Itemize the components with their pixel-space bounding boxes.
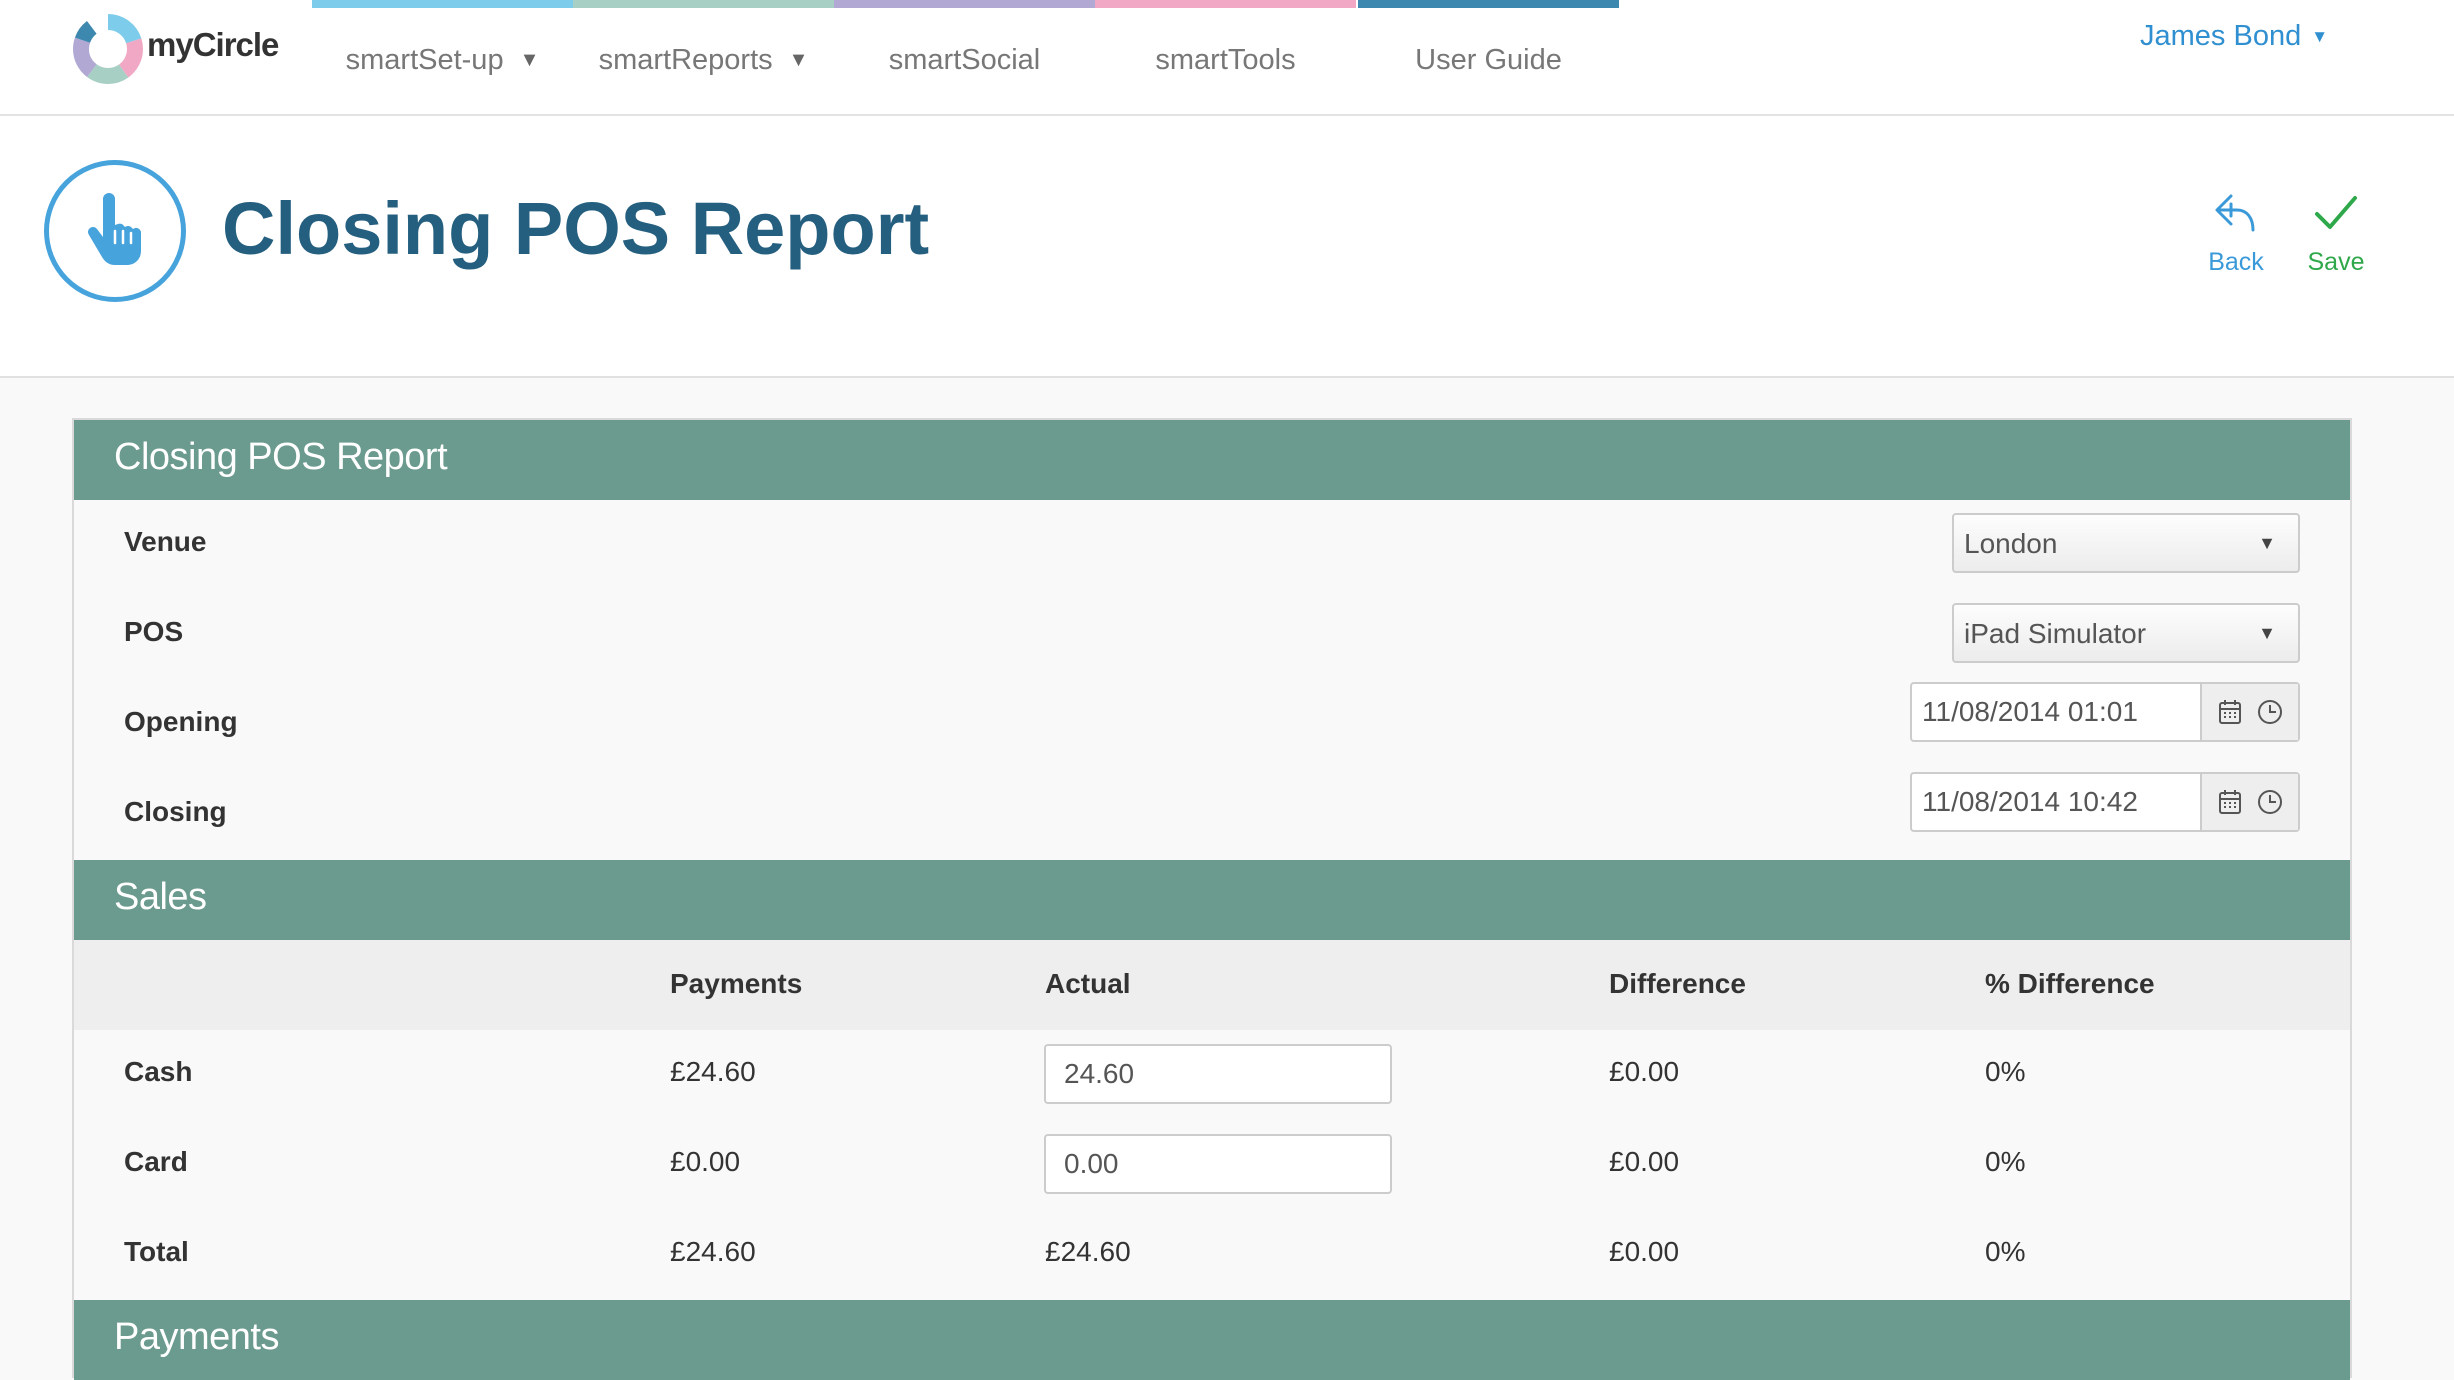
venue-select[interactable]: London ▼ <box>1952 513 2300 573</box>
checkmark-icon <box>2315 196 2357 229</box>
opening-label: Opening <box>124 706 238 737</box>
save-label: Save <box>2307 248 2365 276</box>
nav-smartsocial[interactable]: smartSocial <box>834 0 1095 114</box>
section-header-closing-pos: Closing POS Report <box>74 420 2350 500</box>
row-label: Card <box>124 1146 188 1177</box>
actual-total-value: £24.60 <box>1045 1236 1131 1267</box>
caret-down-icon: ▼ <box>2258 533 2276 553</box>
back-label: Back <box>2208 248 2264 276</box>
difference-value: £0.00 <box>1609 1146 1680 1177</box>
nav-smarttools[interactable]: smartTools <box>1095 0 1356 114</box>
difference-value: £0.00 <box>1609 1056 1680 1087</box>
nav-color-bar <box>312 0 573 8</box>
top-navbar: myCircle smartSet-up ▼ smartReports ▼ smar… <box>0 0 2454 116</box>
calendar-icon[interactable] <box>2218 789 2242 815</box>
caret-down-icon: ▼ <box>2311 27 2329 46</box>
nav-label: smartSocial <box>888 44 1041 76</box>
nav-label: smartTools <box>1155 44 1296 76</box>
nav-smartreports[interactable]: smartReports ▼ <box>573 0 834 114</box>
pointer-hand-icon <box>44 160 186 302</box>
nav-label: smartReports <box>598 44 773 76</box>
nav-label: User Guide <box>1415 44 1562 76</box>
brand-name[interactable]: myCircle <box>147 26 279 64</box>
report-panel: Closing POS Report Venue London ▼ POS iP… <box>72 418 2352 1380</box>
column-header-payments: Payments <box>670 968 803 999</box>
clock-icon[interactable] <box>2257 789 2283 815</box>
venue-value: London <box>1964 528 2058 559</box>
card-actual-input[interactable] <box>1044 1134 1392 1194</box>
pct-difference-value: 0% <box>1985 1236 2026 1267</box>
page-header: Closing POS Report Back Save <box>0 116 2454 378</box>
payments-value: £24.60 <box>670 1236 756 1267</box>
nav-color-bar <box>834 0 1095 8</box>
row-label: Total <box>124 1236 189 1267</box>
datetime-addon <box>2200 774 2298 830</box>
mycircle-logo[interactable] <box>72 13 144 85</box>
reply-arrow-icon <box>2215 194 2255 232</box>
pos-select[interactable]: iPad Simulator ▼ <box>1952 603 2300 663</box>
column-header-difference: Difference <box>1609 968 1746 999</box>
opening-datetime-picker <box>1910 682 2300 742</box>
cash-actual-input[interactable] <box>1044 1044 1392 1104</box>
pct-difference-value: 0% <box>1985 1056 2026 1087</box>
section-header-sales: Sales <box>74 860 2350 940</box>
user-menu[interactable]: James Bond ▼ <box>2140 20 2328 53</box>
page-title: Closing POS Report <box>222 187 930 270</box>
caret-down-icon: ▼ <box>2258 623 2276 643</box>
closing-datetime-input[interactable] <box>1912 774 2200 830</box>
difference-value: £0.00 <box>1609 1236 1680 1267</box>
datetime-addon <box>2200 684 2298 740</box>
pct-difference-value: 0% <box>1985 1146 2026 1177</box>
nav-user-guide[interactable]: User Guide <box>1358 0 1619 114</box>
nav-smartsetup[interactable]: smartSet-up ▼ <box>312 0 573 114</box>
column-header-actual: Actual <box>1045 968 1131 999</box>
pos-value: iPad Simulator <box>1964 618 2147 649</box>
nav-color-bar <box>573 0 834 8</box>
column-header-pct-difference: % Difference <box>1985 968 2155 999</box>
row-label: Cash <box>124 1056 193 1087</box>
section-header-payments: Payments <box>74 1300 2350 1380</box>
opening-datetime-input[interactable] <box>1912 684 2200 740</box>
venue-label: Venue <box>124 526 207 557</box>
nav-color-bar <box>1358 0 1619 8</box>
save-button[interactable]: Save <box>2296 190 2376 277</box>
nav-color-bar <box>1095 0 1356 8</box>
payments-value: £0.00 <box>670 1146 741 1177</box>
closing-datetime-picker <box>1910 772 2300 832</box>
payments-value: £24.60 <box>670 1056 756 1087</box>
nav-label: smartSet-up <box>345 44 504 76</box>
user-name: James Bond <box>2140 20 2302 52</box>
calendar-icon[interactable] <box>2218 699 2242 725</box>
closing-label: Closing <box>124 796 227 827</box>
caret-down-icon: ▼ <box>519 49 540 71</box>
clock-icon[interactable] <box>2257 699 2283 725</box>
pos-label: POS <box>124 616 184 647</box>
caret-down-icon: ▼ <box>788 49 809 71</box>
back-button[interactable]: Back <box>2196 190 2276 277</box>
sales-table-header: Payments Actual Difference % Difference <box>74 940 2350 1030</box>
